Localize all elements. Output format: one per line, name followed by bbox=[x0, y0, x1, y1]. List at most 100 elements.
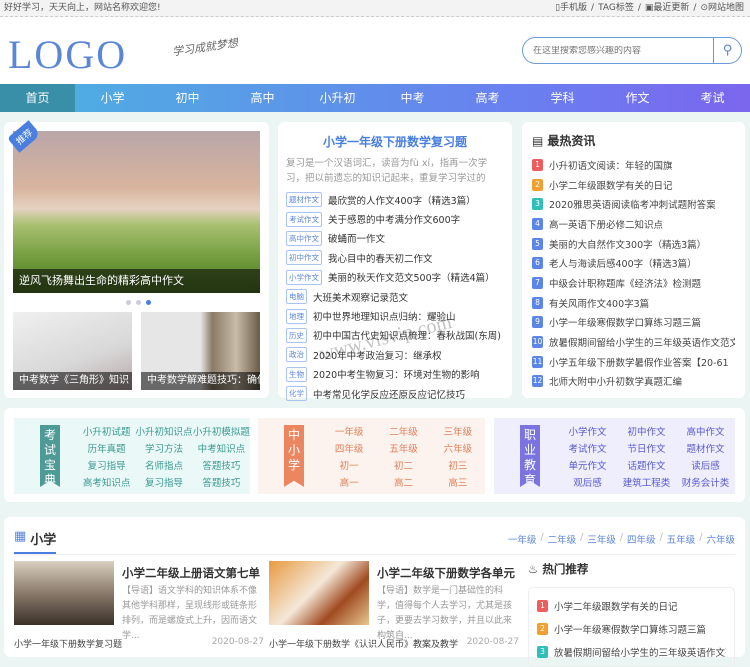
slider-dot-active[interactable] bbox=[146, 300, 151, 305]
category-link[interactable]: 高考知识点 bbox=[78, 475, 135, 489]
featured-link[interactable]: 我心目中的春天初二作文 bbox=[328, 251, 433, 265]
hot-link[interactable]: 小学一年级寒假数学口算练习题三篇 bbox=[554, 622, 706, 636]
category-link[interactable]: 高中作文 bbox=[676, 424, 735, 438]
featured-item[interactable]: 地理 初中世界地理知识点归纳：耀验山 bbox=[286, 306, 504, 325]
category-link[interactable]: 小升初知识点 bbox=[135, 424, 192, 438]
nav-item[interactable]: 中考 bbox=[375, 84, 450, 112]
grade-link[interactable]: 六年级 bbox=[706, 532, 735, 546]
category-link[interactable]: 初三 bbox=[431, 458, 485, 472]
logo[interactable]: LOGO bbox=[8, 31, 127, 78]
featured-link[interactable]: 关于感恩的中考满分作文600字 bbox=[328, 212, 460, 226]
category-link[interactable]: 单元作文 bbox=[558, 458, 617, 472]
slider-image[interactable]: 逆风飞扬舞出生命的精彩高中作文 bbox=[13, 131, 260, 293]
featured-item[interactable]: 考试作文 关于感恩的中考满分作文600字 bbox=[286, 209, 504, 228]
article-image[interactable] bbox=[14, 561, 114, 625]
slider-dot[interactable] bbox=[136, 300, 141, 305]
news-link[interactable]: 小学二年级跟数学有关的日记 bbox=[549, 178, 673, 192]
hot-item[interactable]: 3 放暑假期间留给小学生的三年级英语作文范 bbox=[537, 640, 726, 663]
category-link[interactable]: 建筑工程类 bbox=[617, 475, 676, 489]
category-link[interactable]: 高三 bbox=[431, 475, 485, 489]
category-link[interactable]: 高一 bbox=[322, 475, 376, 489]
category-link[interactable]: 小学作文 bbox=[558, 424, 617, 438]
category-link[interactable]: 学习方法 bbox=[135, 441, 192, 455]
thumb-caption[interactable]: 中考数学解难题技巧：确保 bbox=[141, 372, 260, 390]
category-link[interactable]: 读后感 bbox=[676, 458, 735, 472]
category-tag[interactable]: 地理 bbox=[286, 308, 307, 324]
featured-item[interactable]: 小学作文 美丽的秋天作文范文500字（精选4篇） bbox=[286, 268, 504, 287]
category-link[interactable]: 财务会计类 bbox=[676, 475, 735, 489]
featured-link[interactable]: 最欣赏的人作文400字（精选3篇） bbox=[328, 193, 476, 207]
category-tag[interactable]: 历史 bbox=[286, 327, 307, 343]
category-link[interactable]: 历年真题 bbox=[78, 441, 135, 455]
nav-item[interactable]: 初中 bbox=[150, 84, 225, 112]
thumb-caption[interactable]: 中考数学《三角形》知识 bbox=[13, 372, 132, 390]
news-item[interactable]: 12 北师大附中小升初数学真题汇编 bbox=[532, 372, 735, 392]
news-item[interactable]: 7 中级会计职称题库《经济法》检测题 bbox=[532, 273, 735, 293]
news-item[interactable]: 8 有关风雨作文400字3篇 bbox=[532, 293, 735, 313]
featured-item[interactable]: 高中作文 破蛹而一作文 bbox=[286, 229, 504, 248]
nav-item[interactable]: 高中 bbox=[225, 84, 300, 112]
category-tag[interactable]: 政治 bbox=[286, 347, 307, 363]
news-item[interactable]: 11 小学五年级下册数学暑假作业答案【20-61 bbox=[532, 352, 735, 372]
category-link[interactable]: 复习指导 bbox=[78, 458, 135, 472]
category-tag[interactable]: 生物 bbox=[286, 366, 307, 382]
featured-item[interactable]: 题材作文 最欣赏的人作文400字（精选3篇） bbox=[286, 190, 504, 209]
category-link[interactable]: 初二 bbox=[376, 458, 430, 472]
category-link[interactable]: 高二 bbox=[376, 475, 430, 489]
category-link[interactable]: 中考知识点 bbox=[193, 441, 250, 455]
category-link[interactable]: 五年级 bbox=[376, 441, 430, 455]
category-link[interactable]: 小升初试题 bbox=[78, 424, 135, 438]
hot-link[interactable]: 小学二年级跟数学有关的日记 bbox=[554, 599, 678, 613]
category-link[interactable]: 观后感 bbox=[558, 475, 617, 489]
slider-caption[interactable]: 逆风飞扬舞出生命的精彩高中作文 bbox=[13, 269, 260, 293]
grade-link[interactable]: 四年级 bbox=[627, 532, 656, 546]
nav-item[interactable]: 小升初 bbox=[300, 84, 375, 112]
article-link[interactable]: 小学一年级下册数学复习题 bbox=[14, 637, 122, 650]
hot-item[interactable]: 1 小学二年级跟数学有关的日记 bbox=[537, 594, 726, 617]
news-link[interactable]: 高一英语下册必修二知识点 bbox=[549, 217, 663, 231]
featured-link[interactable]: 2020中考生物复习：环境对生物的影响 bbox=[313, 367, 480, 381]
news-link[interactable]: 北师大附中小升初数学真题汇编 bbox=[549, 374, 682, 388]
news-link[interactable]: 美丽的大自然作文300字（精选3篇） bbox=[549, 237, 706, 251]
nav-item[interactable]: 首页 bbox=[0, 84, 75, 112]
news-item[interactable]: 1 小升初语文阅读：年轻的国旗 bbox=[532, 155, 735, 175]
news-link[interactable]: 有关风雨作文400字3篇 bbox=[549, 296, 649, 310]
category-link[interactable]: 话题作文 bbox=[617, 458, 676, 472]
category-link[interactable]: 名师指点 bbox=[135, 458, 192, 472]
category-link[interactable]: 初中作文 bbox=[617, 424, 676, 438]
category-tag[interactable]: 题材作文 bbox=[286, 192, 322, 208]
category-tag[interactable]: 高中作文 bbox=[286, 230, 322, 246]
grade-link[interactable]: 二年级 bbox=[548, 532, 577, 546]
grade-link[interactable]: 一年级 bbox=[508, 532, 537, 546]
category-link[interactable]: 答题技巧 bbox=[193, 458, 250, 472]
category-link[interactable]: 节日作文 bbox=[617, 441, 676, 455]
category-link[interactable]: 一年级 bbox=[322, 424, 376, 438]
category-link[interactable]: 四年级 bbox=[322, 441, 376, 455]
featured-item[interactable]: 电脑 大班美术观察记录范文 bbox=[286, 287, 504, 306]
news-item[interactable]: 2 小学二年级跟数学有关的日记 bbox=[532, 175, 735, 195]
featured-item[interactable]: 化学 中考常见化学反应还原反应记忆技巧 bbox=[286, 384, 504, 403]
thumb-image[interactable]: 中考数学《三角形》知识 bbox=[13, 312, 132, 390]
category-tag[interactable]: 电脑 bbox=[286, 289, 307, 305]
category-tag[interactable]: 小学作文 bbox=[286, 269, 322, 285]
news-item[interactable]: 6 老人与海读后感400字（精选3篇） bbox=[532, 253, 735, 273]
featured-title[interactable]: 小学一年级下册数学复习题 bbox=[286, 133, 504, 150]
nav-item[interactable]: 学科 bbox=[525, 84, 600, 112]
featured-link[interactable]: 破蛹而一作文 bbox=[328, 231, 385, 245]
article-link[interactable]: 小学一年级下册数学《认识人民币》教案及教学 bbox=[269, 637, 458, 650]
hot-link[interactable]: 放暑假期间留给小学生的三年级英语作文范 bbox=[554, 645, 726, 659]
news-link[interactable]: 2020雅思英语阅读临考冲刺试题附答案 bbox=[549, 197, 716, 211]
search-input[interactable] bbox=[533, 45, 713, 56]
featured-link[interactable]: 大班美术观察记录范文 bbox=[313, 290, 408, 304]
category-tag[interactable]: 初中作文 bbox=[286, 250, 322, 266]
slider-dot[interactable] bbox=[126, 300, 131, 305]
featured-item[interactable]: 生物 2020中考生物复习：环境对生物的影响 bbox=[286, 365, 504, 384]
news-item[interactable]: 9 小学一年级寒假数学口算练习题三篇 bbox=[532, 313, 735, 333]
nav-item[interactable]: 小学 bbox=[75, 84, 150, 112]
news-link[interactable]: 老人与海读后感400字（精选3篇） bbox=[549, 256, 697, 270]
article-image[interactable] bbox=[269, 561, 369, 625]
article-title[interactable]: 小学二年级下册数学各单元 bbox=[377, 565, 515, 581]
news-link[interactable]: 放暑假期间留给小学生的三年级英语作文范文 bbox=[549, 335, 735, 349]
news-link[interactable]: 小学五年级下册数学暑假作业答案【20-61 bbox=[549, 355, 729, 369]
thumb-image[interactable]: 中考数学解难题技巧：确保 bbox=[141, 312, 260, 390]
